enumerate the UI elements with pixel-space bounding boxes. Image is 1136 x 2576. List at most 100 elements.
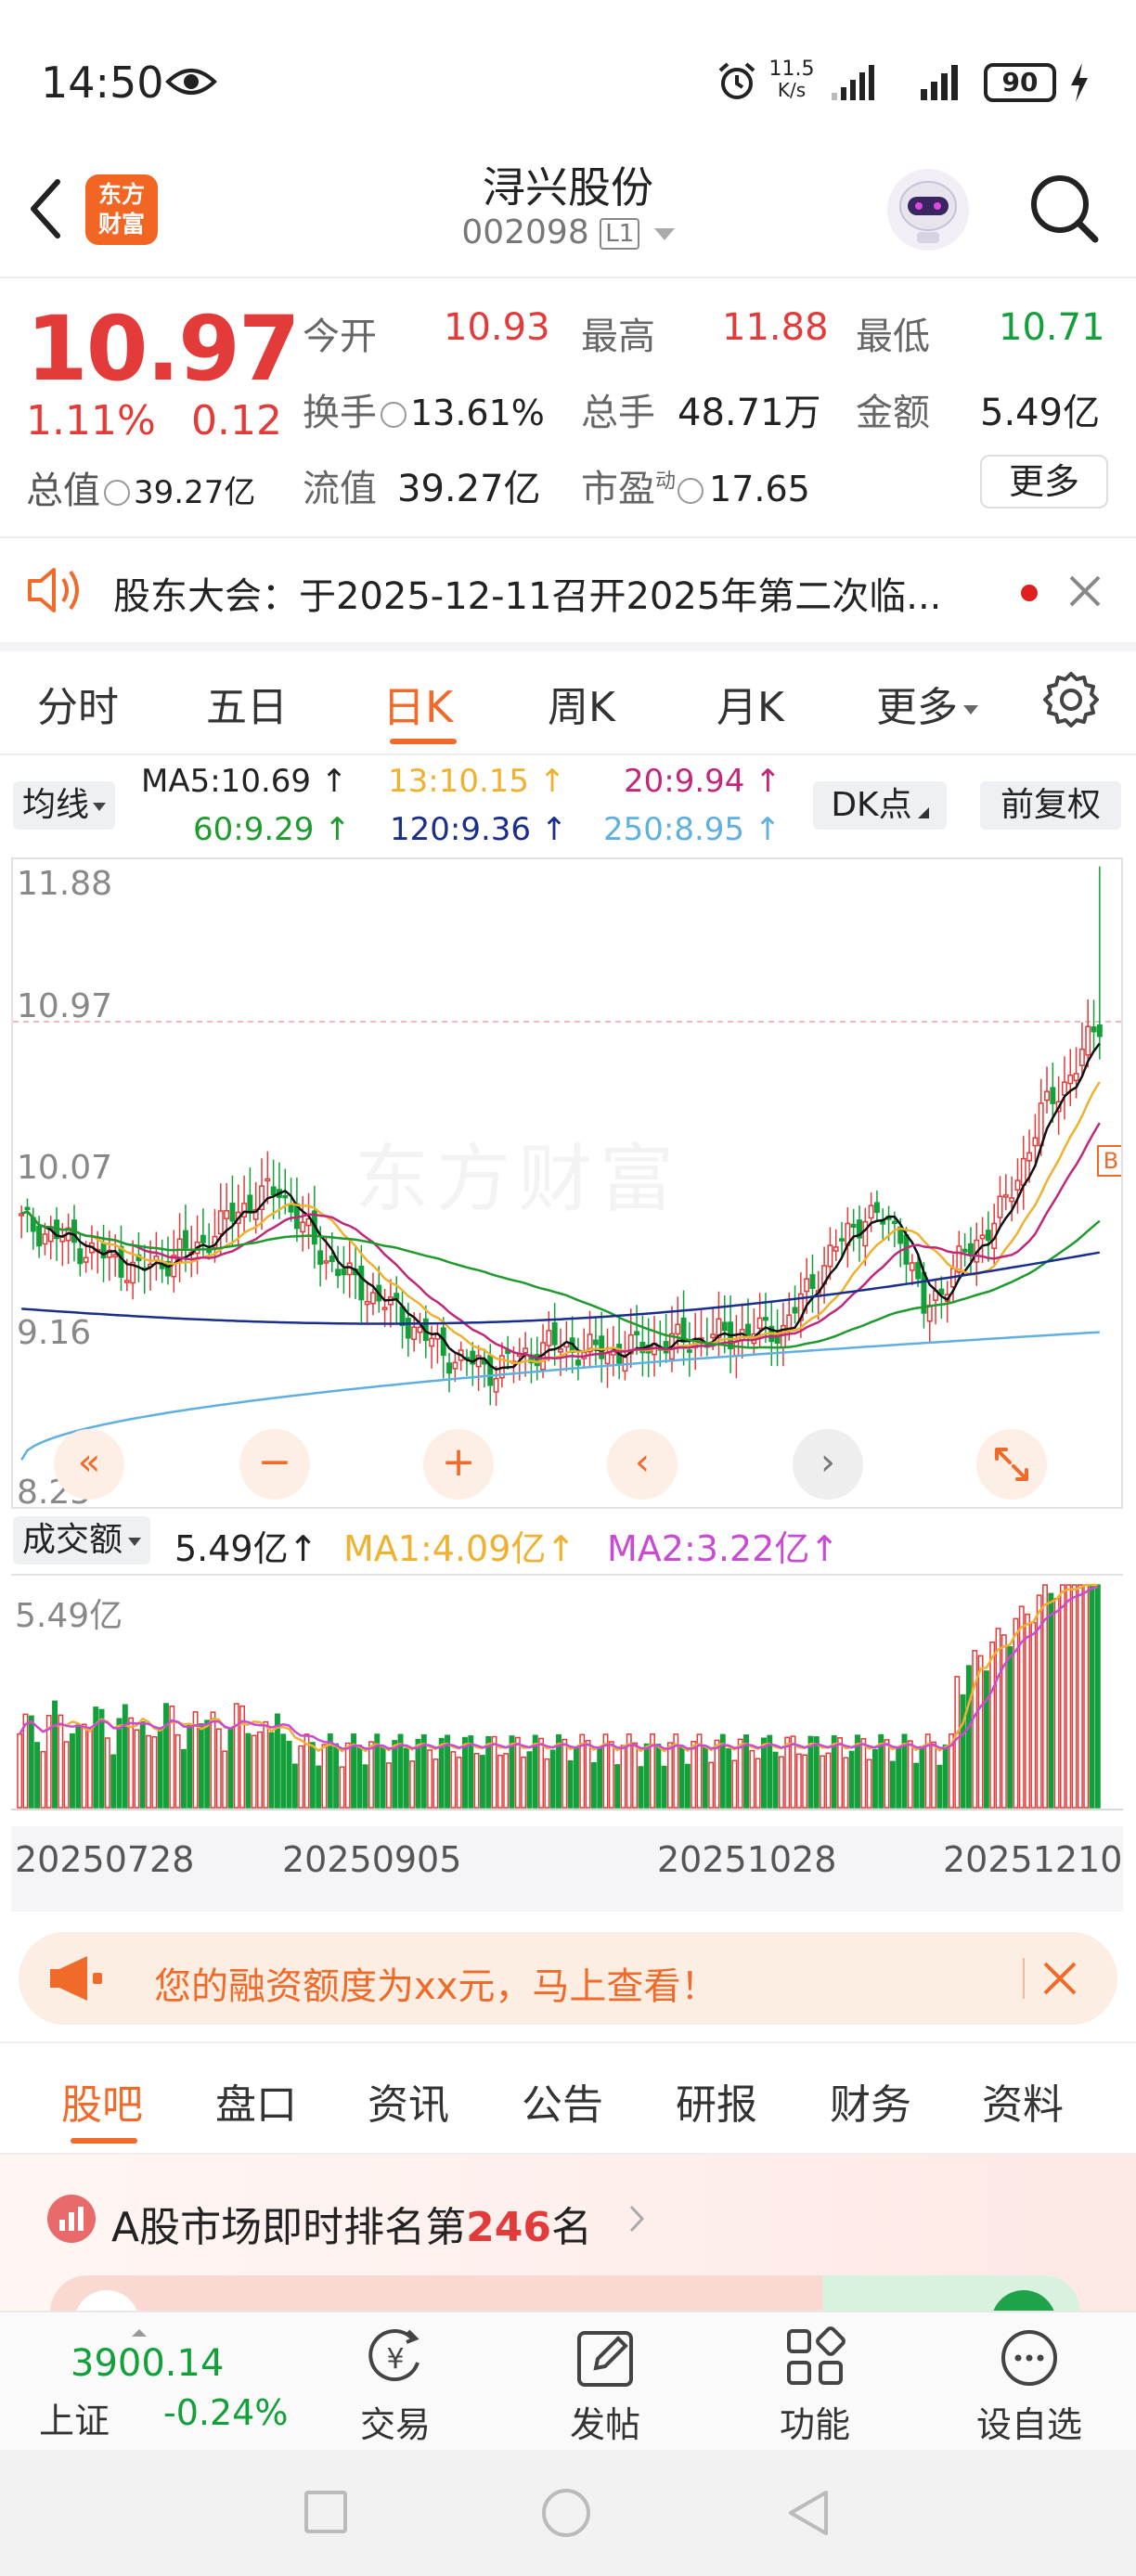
volume-bar [110, 1754, 117, 1809]
watchlist-button[interactable]: 设自选 [960, 2325, 1099, 2447]
x-date-3: 20251028 [657, 1839, 837, 1880]
volume-bar [139, 1720, 146, 1809]
candle-body [634, 1331, 640, 1336]
tab-week-k[interactable]: 周K [548, 674, 615, 733]
volume-bar [70, 1732, 75, 1809]
ma13-label: 13:10.15 ↑ [388, 763, 566, 800]
volume-bar [820, 1755, 826, 1809]
close-icon[interactable] [1067, 573, 1103, 609]
settings-gear-icon[interactable] [1041, 670, 1101, 729]
divider [1023, 1958, 1025, 1999]
info-icon[interactable] [104, 480, 130, 506]
post-button[interactable]: 发帖 [549, 2325, 661, 2447]
back-icon[interactable] [26, 176, 63, 241]
volume-bar [52, 1700, 58, 1809]
speaker-icon [26, 566, 85, 614]
rank-progress-card [50, 2275, 1080, 2312]
last-price: 10.97 [26, 297, 301, 401]
high-value: 11.88 [722, 306, 829, 349]
candle-body [745, 1323, 751, 1336]
tab-more[interactable]: 更多 [876, 674, 978, 733]
home-icon[interactable] [542, 2489, 590, 2537]
candle-body [915, 1261, 922, 1280]
index-ticker[interactable]: 3900.14 上证 -0.24% [19, 2329, 316, 2441]
recent-apps-icon[interactable] [304, 2491, 347, 2533]
stock-title: 浔兴股份 [483, 162, 653, 213]
volume-bar [445, 1734, 451, 1809]
tab-finance[interactable]: 财务 [830, 2071, 911, 2131]
tab-announcements[interactable]: 公告 [522, 2071, 603, 2131]
rank-section[interactable]: A股市场即时排名第246名 [0, 2155, 1136, 2312]
status-bar: 14:50 11.5 K/s 90 [0, 0, 1136, 158]
candle-body [24, 1206, 31, 1211]
kline-chart[interactable]: 东方财富 11.88 10.97 10.07 9.16 8.25 B « − +… [11, 857, 1123, 1509]
trade-button[interactable]: ¥ 交易 [340, 2325, 451, 2447]
volume-bar [1077, 1584, 1083, 1809]
candle-body [200, 1234, 206, 1243]
amount-value: 5.49亿 [980, 392, 1101, 434]
tab-five-day[interactable]: 五日 [206, 674, 288, 733]
buy-marker: B [1097, 1145, 1121, 1177]
volume-bar [989, 1641, 996, 1809]
ma-selector[interactable]: 均线 [13, 781, 116, 830]
tab-guba[interactable]: 股吧 [61, 2071, 143, 2131]
scroll-left-button[interactable]: ‹ [607, 1429, 678, 1500]
function-button[interactable]: 功能 [759, 2325, 871, 2447]
scroll-right-button[interactable]: › [793, 1429, 863, 1500]
candle-body [1002, 1194, 1009, 1198]
fullscreen-icon[interactable] [976, 1429, 1047, 1500]
zoom-in-button[interactable]: + [423, 1429, 494, 1500]
stock-code-row[interactable]: 002098 L1 [382, 213, 754, 251]
candle-body [1085, 1025, 1091, 1056]
candle-body [786, 1314, 793, 1329]
caret-down-icon [128, 1537, 142, 1546]
volume-bar [432, 1758, 439, 1809]
tab-research[interactable]: 研报 [676, 2071, 757, 2131]
search-icon[interactable] [1025, 169, 1103, 247]
volume-bar [392, 1740, 398, 1809]
scroll-left-fast-button[interactable]: « [54, 1429, 124, 1500]
notice-banner[interactable]: 股东大会：于2025-12-11召开2025年第二次临... [0, 538, 1136, 642]
info-icon[interactable] [381, 402, 407, 428]
tab-news[interactable]: 资讯 [368, 2071, 449, 2131]
volume-bar [104, 1737, 110, 1809]
volume-max-label: 5.49亿 [15, 1597, 123, 1635]
tab-minute[interactable]: 分时 [37, 674, 119, 733]
volume-bar [889, 1760, 896, 1809]
volume-bar [977, 1655, 984, 1809]
candle-body [487, 1355, 494, 1386]
back-nav-icon[interactable] [785, 2487, 832, 2539]
tab-day-k[interactable]: 日K [382, 674, 453, 735]
adjust-button[interactable]: 前复权 [980, 781, 1121, 830]
y-label-last: 10.97 [17, 987, 113, 1025]
promo-banner[interactable]: 您的融资额度为xx元，马上查看！ [19, 1932, 1117, 2025]
app-logo: 东方 财富 [85, 174, 158, 245]
robot-assistant-icon[interactable] [884, 165, 973, 254]
volume-bar [362, 1764, 368, 1809]
close-icon[interactable] [1041, 1960, 1078, 1997]
open-label: 今开 [303, 316, 377, 358]
zoom-out-button[interactable]: − [239, 1429, 310, 1500]
candle-body [710, 1333, 716, 1339]
footer-bar: 3900.14 上证 -0.24% ¥ 交易 发帖 功能 设自选 [0, 2311, 1136, 2450]
volume-bar [708, 1761, 715, 1809]
tab-month-k[interactable]: 月K [716, 674, 784, 733]
candle-body [675, 1323, 681, 1335]
more-button[interactable]: 更多 [980, 455, 1108, 509]
volume-chart[interactable]: 5.49亿 [11, 1574, 1123, 1826]
volume-bar [286, 1740, 292, 1809]
edit-icon [577, 2331, 633, 2387]
volume-bar [456, 1757, 462, 1809]
dk-button[interactable]: DK点 [813, 781, 947, 830]
tab-pankou[interactable]: 盘口 [215, 2071, 297, 2131]
volume-bar [28, 1715, 34, 1809]
tab-profile[interactable]: 资料 [982, 2071, 1064, 2131]
candle-body [967, 1243, 974, 1256]
volume-bar [503, 1753, 510, 1809]
volume-selector[interactable]: 成交额 [13, 1516, 151, 1565]
volume-bar [151, 1736, 158, 1809]
volume-bar [691, 1740, 697, 1809]
volume-bar [778, 1756, 784, 1809]
volume-bar [81, 1723, 87, 1809]
info-icon[interactable] [678, 478, 704, 504]
